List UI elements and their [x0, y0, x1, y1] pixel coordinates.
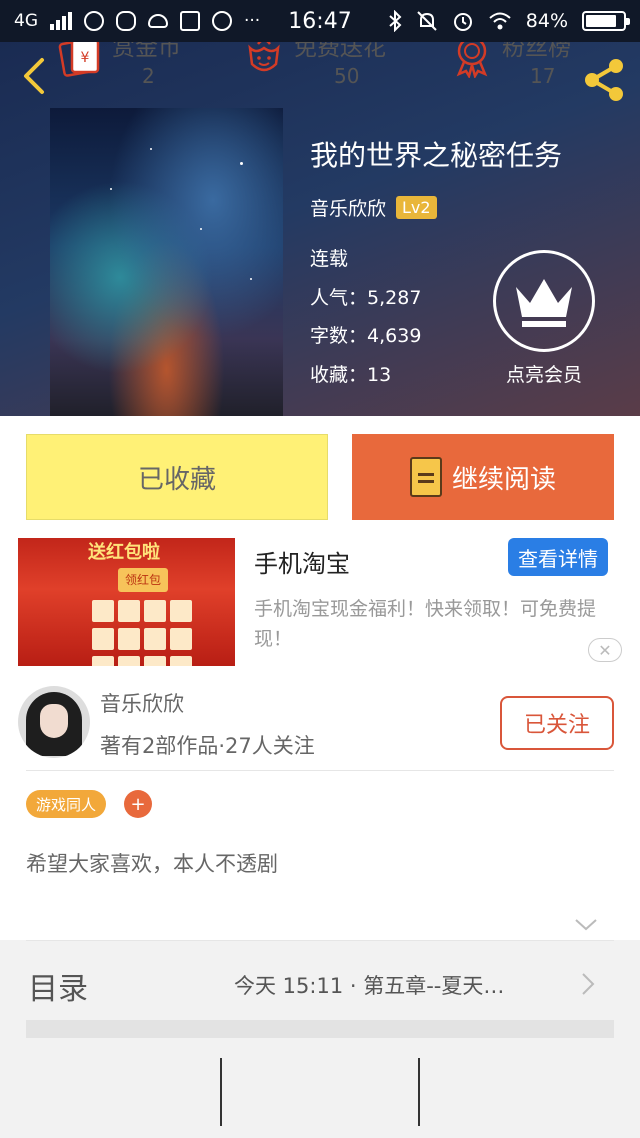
- follow-button[interactable]: 已关注: [500, 696, 614, 750]
- paint-icon: [212, 11, 232, 31]
- battery-percent: 84%: [525, 10, 568, 32]
- author-avatar[interactable]: [18, 686, 90, 758]
- storage-icon: [180, 11, 200, 31]
- add-tag-button[interactable]: +: [124, 790, 152, 818]
- ad-detail-button[interactable]: 查看详情: [508, 538, 608, 576]
- section-spacer: [26, 1020, 614, 1038]
- popularity-value: 5,287: [367, 287, 422, 309]
- svg-text:¥: ¥: [81, 50, 90, 66]
- fan-ranking-value: 17: [530, 64, 556, 88]
- vip-button[interactable]: 点亮会员: [490, 250, 598, 387]
- browser-icon: [84, 11, 104, 31]
- battery-icon: [582, 11, 630, 31]
- book-intro: 希望大家喜欢，本人不透剧: [26, 852, 278, 876]
- battery-level-fill: [586, 15, 617, 27]
- popularity-label: 人气：: [310, 287, 368, 309]
- book-author-row: 音乐欣欣 Lv2: [310, 194, 437, 221]
- book-author-name[interactable]: 音乐欣欣: [310, 194, 386, 221]
- author-name[interactable]: 音乐欣欣: [100, 688, 184, 718]
- chevron-right-icon: [582, 973, 595, 995]
- continue-reading-button[interactable]: 继续阅读: [352, 434, 614, 520]
- ad-close-button[interactable]: ✕: [588, 638, 622, 662]
- bluetooth-icon: [389, 10, 402, 32]
- chevron-down-icon[interactable]: [572, 910, 600, 938]
- status-right: 84%: [388, 10, 630, 32]
- author-info: 著有2部作品·27人关注: [100, 734, 315, 758]
- book-header: 我的世界之秘密任务 音乐欣欣 Lv2 连载 人气：5,287 字数：4,639 …: [0, 42, 640, 416]
- free-flower-value: 50: [334, 64, 360, 88]
- book-title: 我的世界之秘密任务: [310, 139, 563, 172]
- wechat-icon: [116, 11, 136, 31]
- crown-icon: [493, 250, 595, 352]
- back-button[interactable]: [14, 54, 58, 98]
- author-level-badge: Lv2: [396, 196, 437, 219]
- catalog-label: 目录: [28, 972, 88, 1007]
- book-status: 连载: [310, 248, 349, 270]
- divider: [26, 940, 614, 941]
- reward-coin-value: 2: [142, 64, 155, 88]
- separator: [418, 1058, 420, 1126]
- more-icon: ···: [244, 11, 261, 31]
- divider: [26, 770, 614, 771]
- ad-image[interactable]: 送红包啦 领红包: [18, 538, 235, 666]
- mute-icon: [417, 11, 437, 31]
- ad-hongbao-label: 领红包: [118, 568, 168, 592]
- favorites-value: 13: [367, 364, 392, 386]
- continue-reading-label: 继续阅读: [451, 464, 556, 495]
- wifi-icon: [489, 12, 511, 30]
- cloud-icon: [148, 14, 168, 28]
- ad-description[interactable]: 手机淘宝现金福利！快来领取！可免费提现！: [254, 594, 624, 654]
- signal-icon: [50, 12, 72, 30]
- word-count-label: 字数：: [310, 325, 368, 347]
- ad-title[interactable]: 手机淘宝: [254, 544, 350, 579]
- status-bar: 4G ··· 16:47 84%: [0, 0, 640, 42]
- word-count-value: 4,639: [367, 325, 422, 347]
- book-word-count: 字数：4,639: [310, 321, 421, 348]
- separator: [220, 1058, 222, 1126]
- ad-banner-text: 送红包啦: [88, 542, 160, 563]
- book-favorites: 收藏：13: [310, 360, 391, 387]
- book-icon: [409, 457, 442, 497]
- favorites-label: 收藏：: [310, 364, 368, 386]
- genre-tag[interactable]: 游戏同人: [26, 790, 107, 818]
- catalog-row[interactable]: 目录 今天 15:11 · 第五章--夏天…: [0, 942, 640, 1026]
- book-cover[interactable]: [50, 108, 283, 416]
- alarm-icon: [453, 13, 472, 31]
- bottom-stats: [0, 1038, 640, 1138]
- collected-button[interactable]: 已收藏: [26, 434, 328, 520]
- vip-label: 点亮会员: [505, 364, 582, 386]
- latest-chapter: 今天 15:11 · 第五章--夏天…: [234, 974, 505, 998]
- book-popularity: 人气：5,287: [310, 283, 421, 310]
- network-type: 4G: [14, 11, 38, 31]
- status-left: 4G ···: [14, 11, 260, 31]
